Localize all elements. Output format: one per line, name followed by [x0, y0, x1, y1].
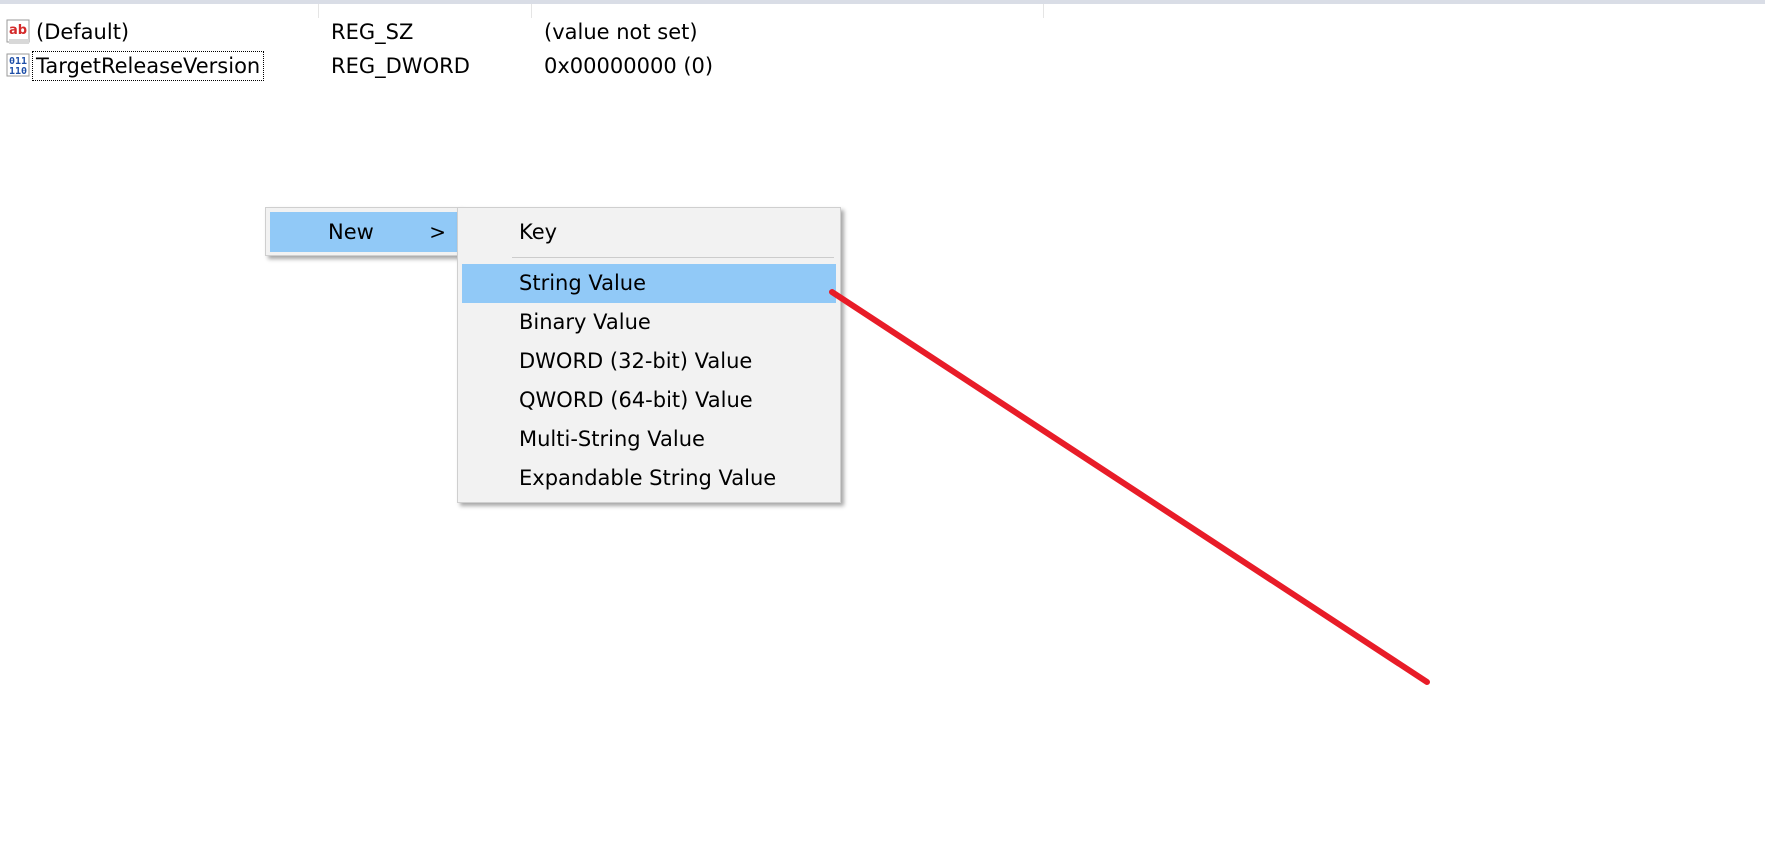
- annotation-arrow: [829, 289, 1430, 685]
- annotation-line: [829, 289, 1430, 685]
